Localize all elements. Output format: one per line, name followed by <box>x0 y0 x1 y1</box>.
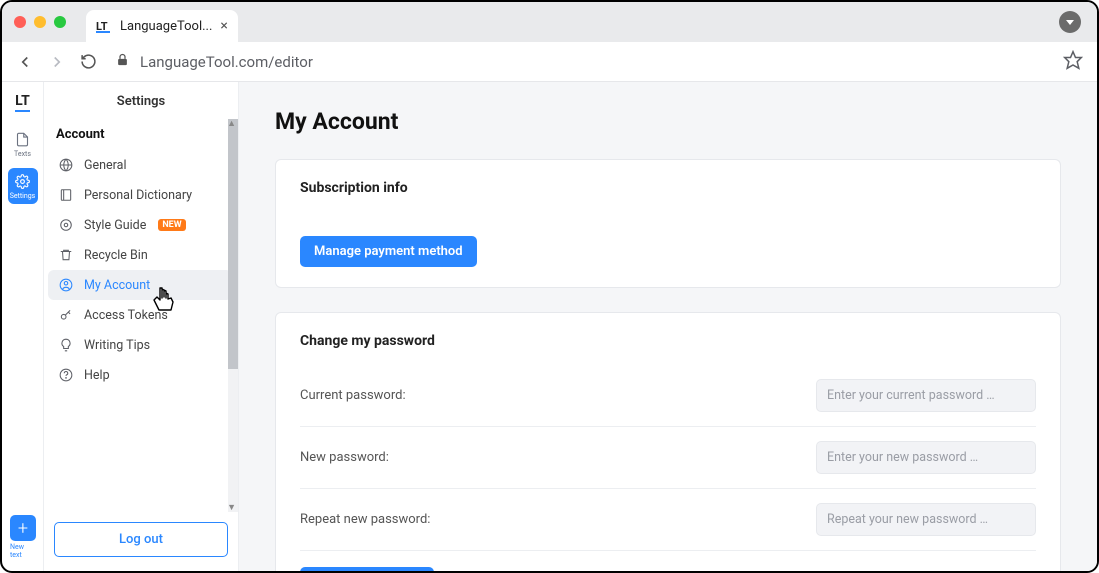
lightbulb-icon <box>58 337 74 353</box>
rail-settings[interactable]: Settings <box>8 168 38 204</box>
sidebar-item-label: Writing Tips <box>84 338 150 353</box>
manage-payment-button[interactable]: Manage payment method <box>300 236 477 267</box>
sliders-icon <box>58 217 74 233</box>
new-password-label: New password: <box>300 450 389 465</box>
sidebar-item-styleguide[interactable]: Style Guide NEW <box>48 210 232 240</box>
key-icon <box>58 307 74 323</box>
logout-button[interactable]: Log out <box>54 522 228 557</box>
reload-button[interactable] <box>80 53 97 70</box>
trash-icon <box>58 247 74 263</box>
book-icon <box>58 187 74 203</box>
sidebar-item-label: Style Guide <box>84 218 146 233</box>
rail-texts[interactable]: Texts <box>8 126 38 162</box>
rail-texts-label: Texts <box>14 150 31 158</box>
subscription-card: Subscription info Manage payment method <box>275 159 1061 288</box>
window-controls <box>14 16 66 28</box>
new-text-button[interactable]: + New text <box>10 515 36 559</box>
new-text-label: New text <box>10 543 36 559</box>
url-text: LanguageTool.com/editor <box>140 53 313 71</box>
app-logo: LT <box>15 90 30 112</box>
tab-favicon-icon: LT <box>96 18 112 34</box>
tab-title: LanguageTool... <box>120 19 212 34</box>
sidebar-item-myaccount[interactable]: My Account <box>48 270 232 300</box>
maximize-window[interactable] <box>54 16 66 28</box>
repeat-password-input[interactable] <box>816 503 1036 536</box>
back-button[interactable] <box>16 53 34 71</box>
plus-icon: + <box>10 515 36 541</box>
sidebar-item-recyclebin[interactable]: Recycle Bin <box>48 240 232 270</box>
rail-settings-label: Settings <box>10 192 36 200</box>
password-card: Change my password Current password: New… <box>275 312 1061 571</box>
minimize-window[interactable] <box>34 16 46 28</box>
close-window[interactable] <box>14 16 26 28</box>
forward-button <box>48 53 66 71</box>
current-password-label: Current password: <box>300 388 406 403</box>
sidebar-item-label: Personal Dictionary <box>84 188 192 203</box>
help-icon <box>58 367 74 383</box>
account-section-heading: Account <box>44 119 238 150</box>
address-bar: LanguageTool.com/editor <box>2 42 1097 82</box>
browser-tab[interactable]: LT LanguageTool... × <box>86 10 238 42</box>
bookmark-star-icon[interactable] <box>1063 50 1083 74</box>
url-box[interactable]: LanguageTool.com/editor <box>111 52 1049 71</box>
sidebar-item-label: General <box>84 158 127 173</box>
sidebar-item-tips[interactable]: Writing Tips <box>48 330 232 360</box>
scroll-up-icon[interactable]: ▲ <box>227 118 236 129</box>
sidebar-item-tokens[interactable]: Access Tokens <box>48 300 232 330</box>
repeat-password-label: Repeat new password: <box>300 512 430 527</box>
sidebar-item-dictionary[interactable]: Personal Dictionary <box>48 180 232 210</box>
sidebar-item-label: Access Tokens <box>84 308 168 323</box>
settings-heading: Settings <box>44 82 238 119</box>
subscription-title: Subscription info <box>300 180 1036 196</box>
app-rail: LT Texts Settings <box>2 82 44 571</box>
set-password-button[interactable]: Set new password <box>300 567 434 571</box>
lock-icon <box>115 52 130 71</box>
current-password-input[interactable] <box>816 379 1036 412</box>
gear-icon <box>14 172 32 190</box>
scroll-down-icon[interactable]: ▼ <box>227 502 236 513</box>
globe-icon <box>58 157 74 173</box>
main-content: My Account Subscription info Manage paym… <box>239 82 1097 571</box>
browser-menu-icon[interactable] <box>1059 11 1081 33</box>
new-password-input[interactable] <box>816 441 1036 474</box>
scrollbar-thumb[interactable] <box>228 119 238 369</box>
password-title: Change my password <box>300 333 1036 349</box>
sidebar-item-general[interactable]: General <box>48 150 232 180</box>
browser-tabbar: LT LanguageTool... × <box>2 2 1097 42</box>
settings-sidebar: Settings ▲ ▼ Account General Personal Di… <box>44 82 239 571</box>
document-icon <box>14 130 32 148</box>
sidebar-item-help[interactable]: Help <box>48 360 232 390</box>
sidebar-item-label: Help <box>84 368 110 383</box>
sidebar-item-label: My Account <box>84 278 150 293</box>
close-tab-icon[interactable]: × <box>220 18 227 34</box>
new-badge: NEW <box>158 219 185 231</box>
sidebar-item-label: Recycle Bin <box>84 248 148 263</box>
page-title: My Account <box>275 108 1061 135</box>
user-circle-icon <box>58 277 74 293</box>
